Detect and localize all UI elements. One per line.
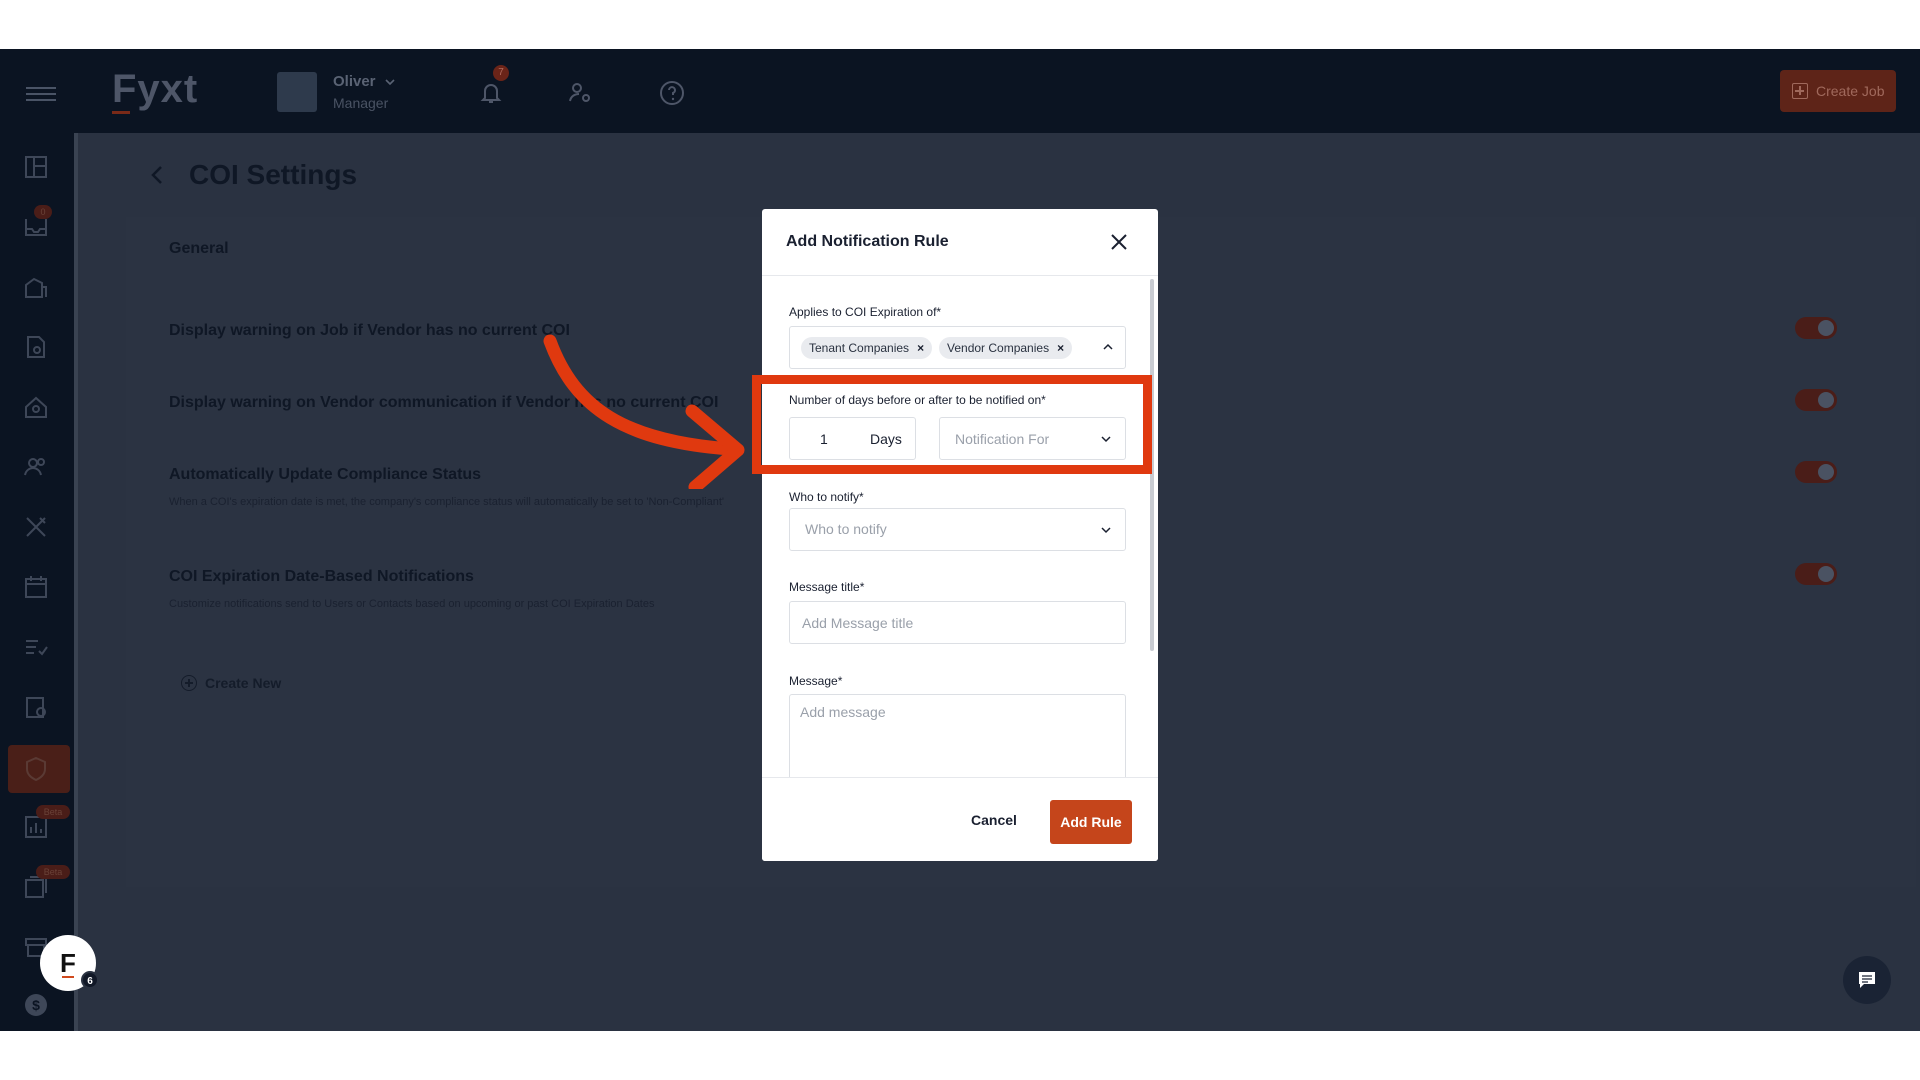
annotation-arrow-icon bbox=[543, 334, 745, 489]
user-settings-icon[interactable] bbox=[566, 79, 594, 107]
chat-button[interactable] bbox=[1843, 956, 1891, 1004]
message-textarea[interactable]: Add message bbox=[789, 694, 1126, 784]
clipboard-clock-icon[interactable] bbox=[22, 693, 50, 721]
help-icon[interactable] bbox=[658, 79, 686, 107]
tools-icon[interactable] bbox=[22, 513, 50, 541]
add-notification-rule-modal: Add Notification Rule Applies to COI Exp… bbox=[762, 209, 1158, 861]
calendar-edit-icon[interactable] bbox=[22, 573, 50, 601]
chip-label: Tenant Companies bbox=[809, 341, 910, 355]
beta-badge: Beta bbox=[36, 805, 70, 819]
message-title-label: Message title* bbox=[789, 580, 865, 594]
create-new-button[interactable]: Create New bbox=[181, 675, 281, 691]
message-title-placeholder: Add Message title bbox=[802, 615, 914, 631]
message-placeholder: Add message bbox=[800, 704, 886, 720]
menu-icon[interactable] bbox=[26, 87, 56, 101]
add-circle-icon bbox=[181, 675, 197, 691]
inbox-badge: 0 bbox=[34, 205, 52, 219]
chat-icon bbox=[1859, 972, 1875, 988]
setting-description: Customize notifications send to Users or… bbox=[169, 598, 655, 610]
setting-title: Display warning on Job if Vendor has no … bbox=[169, 322, 570, 339]
chevron-down-icon[interactable] bbox=[384, 76, 396, 88]
chip-vendor-companies: Vendor Companies × bbox=[939, 337, 1073, 359]
modal-header: Add Notification Rule bbox=[762, 209, 1158, 276]
toggle-switch[interactable] bbox=[1795, 317, 1837, 339]
create-job-label: Create Job bbox=[1816, 83, 1885, 99]
annotation-highlight-box bbox=[752, 375, 1152, 474]
page-title: COI Settings bbox=[189, 159, 358, 190]
cancel-button[interactable]: Cancel bbox=[962, 800, 1026, 840]
setting-description: When a COI's expiration date is met, the… bbox=[169, 496, 724, 508]
notification-badge: 7 bbox=[493, 65, 509, 81]
setting-title: Automatically Update Compliance Status bbox=[169, 466, 482, 483]
toggle-switch[interactable] bbox=[1795, 389, 1837, 411]
avatar[interactable] bbox=[277, 72, 317, 112]
properties-icon[interactable] bbox=[22, 273, 50, 301]
app-logo[interactable]: Fyxt bbox=[112, 67, 198, 112]
beta-badge: Beta bbox=[36, 865, 70, 879]
who-placeholder: Who to notify bbox=[805, 521, 887, 537]
dashboard-icon[interactable] bbox=[22, 153, 50, 181]
applies-label: Applies to COI Expiration of* bbox=[789, 305, 942, 319]
chevron-up-icon[interactable] bbox=[1102, 341, 1114, 353]
who-label: Who to notify* bbox=[789, 490, 864, 504]
add-rule-button[interactable]: Add Rule bbox=[1050, 800, 1132, 844]
create-job-button[interactable]: Create Job bbox=[1780, 70, 1896, 112]
svg-text:$: $ bbox=[32, 997, 40, 1013]
back-arrow-icon[interactable] bbox=[146, 163, 170, 187]
bell-icon[interactable] bbox=[477, 79, 505, 107]
remove-chip-icon[interactable]: × bbox=[917, 341, 924, 355]
document-search-icon[interactable] bbox=[22, 333, 50, 361]
tenant-icon[interactable] bbox=[22, 393, 50, 421]
top-bar: Fyxt Oliver Manager 7 Create Job bbox=[0, 49, 1920, 133]
chip-tenant-companies: Tenant Companies × bbox=[801, 337, 933, 359]
message-title-input[interactable]: Add Message title bbox=[789, 601, 1126, 644]
close-icon[interactable] bbox=[1108, 231, 1130, 253]
avatar-underline bbox=[62, 976, 74, 978]
modal-footer: Cancel Add Rule bbox=[762, 777, 1158, 861]
app-frame: Fyxt Oliver Manager 7 Create Job 0 Beta bbox=[0, 49, 1920, 1031]
chip-label: Vendor Companies bbox=[947, 341, 1050, 355]
who-to-notify-select[interactable]: Who to notify bbox=[789, 508, 1126, 551]
logo-underline bbox=[112, 111, 130, 114]
create-new-label: Create New bbox=[205, 675, 282, 691]
contacts-icon[interactable] bbox=[22, 453, 50, 481]
applies-multiselect[interactable]: Tenant Companies × Vendor Companies × bbox=[789, 326, 1126, 369]
shield-icon[interactable] bbox=[22, 755, 50, 783]
plus-icon bbox=[1792, 83, 1808, 99]
remove-chip-icon[interactable]: × bbox=[1057, 341, 1064, 355]
section-title: General bbox=[169, 240, 229, 257]
avatar-letter: F bbox=[60, 947, 76, 978]
sidebar: 0 Beta Beta $ bbox=[0, 133, 78, 1031]
modal-title: Add Notification Rule bbox=[786, 233, 949, 250]
toggle-switch[interactable] bbox=[1795, 563, 1837, 585]
billing-icon[interactable]: $ bbox=[22, 991, 50, 1019]
user-role: Manager bbox=[333, 95, 389, 111]
checklist-icon[interactable] bbox=[22, 633, 50, 661]
chevron-down-icon bbox=[1101, 527, 1111, 534]
message-label: Message* bbox=[789, 674, 843, 688]
setting-title: COI Expiration Date-Based Notifications bbox=[169, 568, 474, 585]
toggle-switch[interactable] bbox=[1795, 461, 1837, 483]
user-name[interactable]: Oliver bbox=[333, 73, 376, 90]
avatar-count-badge: 6 bbox=[81, 971, 99, 989]
